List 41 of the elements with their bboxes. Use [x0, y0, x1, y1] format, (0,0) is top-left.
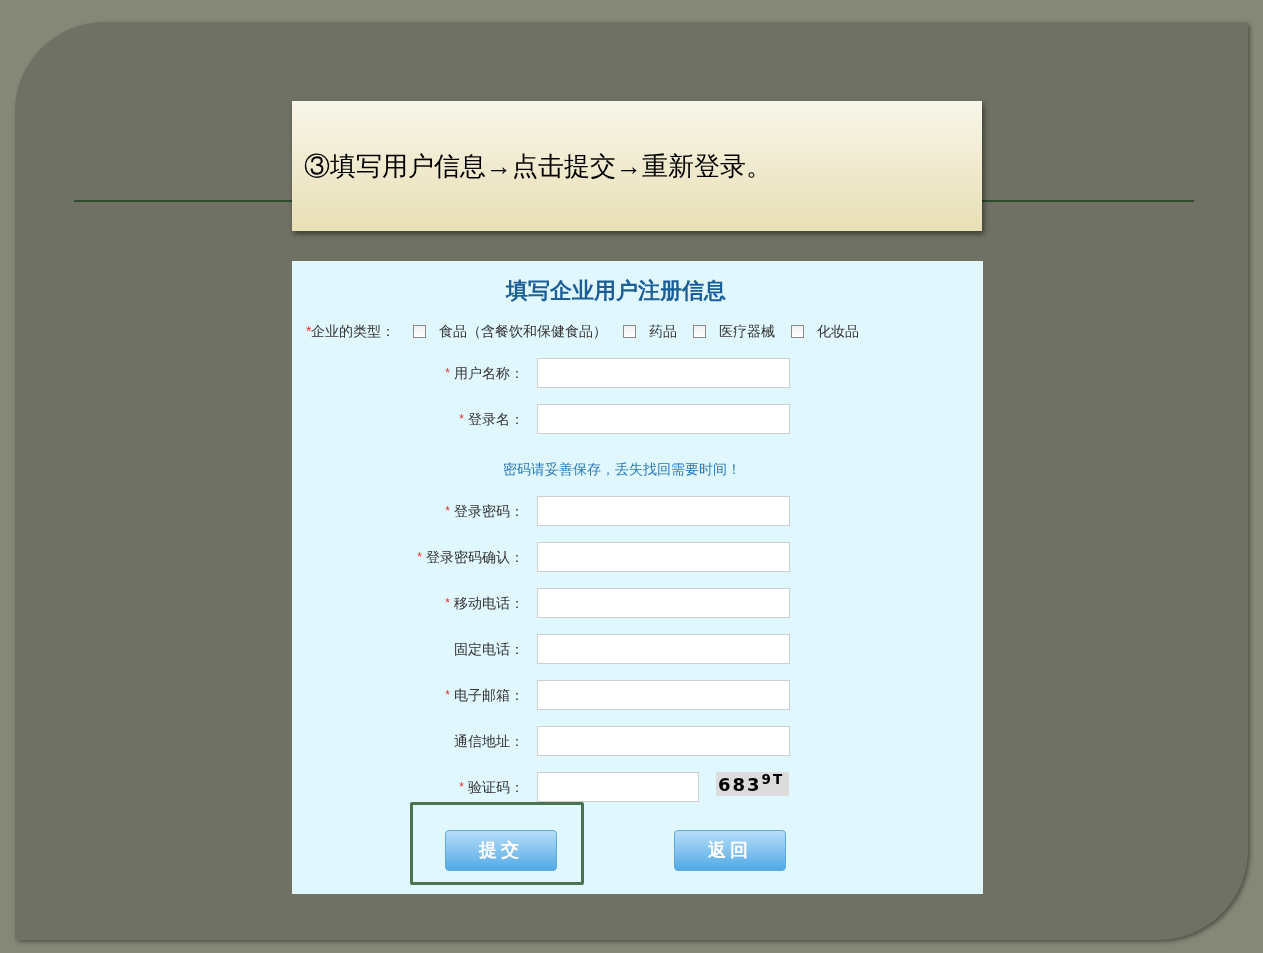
field-label: 通信地址：: [454, 731, 524, 751]
checkbox-label: 药品: [649, 321, 678, 341]
checkbox[interactable]: [413, 324, 427, 338]
input-field[interactable]: [537, 726, 790, 756]
input-field[interactable]: [537, 404, 790, 434]
required-asterisk: *: [445, 365, 450, 382]
required-asterisk: *: [417, 549, 422, 566]
caption-box: ③填写用户信息→点击提交→重新登录。: [292, 101, 982, 231]
field-label: 登录名：: [468, 409, 524, 429]
input-field[interactable]: [537, 772, 699, 802]
captcha-image: 683$^{9T}$: [716, 772, 789, 796]
button[interactable]: 提交: [445, 830, 557, 871]
field-label: 固定电话：: [454, 639, 524, 659]
button[interactable]: 返回: [674, 830, 786, 871]
input-field[interactable]: [537, 358, 790, 388]
field-label: 验证码：: [468, 777, 524, 797]
input-field[interactable]: [537, 496, 790, 526]
field-label: 移动电话：: [454, 593, 524, 613]
required-asterisk: *: [445, 595, 450, 612]
input-field[interactable]: [537, 634, 790, 664]
checkbox-label: 医疗器械: [719, 321, 776, 341]
input-field[interactable]: [537, 680, 790, 710]
required-asterisk: *: [445, 687, 450, 704]
input-field[interactable]: [537, 542, 790, 572]
hint-text: 密码请妥善保存，丢失找回需要时间！: [503, 460, 741, 479]
input-field[interactable]: [537, 588, 790, 618]
required-asterisk: *: [459, 779, 464, 796]
required-asterisk: *: [459, 411, 464, 428]
field-label: 登录密码确认：: [426, 547, 524, 567]
field-label: 电子邮箱：: [454, 685, 524, 705]
required-asterisk: *: [306, 321, 312, 341]
required-asterisk: *: [445, 503, 450, 520]
checkbox-label: 化妆品: [817, 321, 860, 341]
checkbox[interactable]: [791, 324, 805, 338]
field-label: 用户名称：: [454, 363, 524, 383]
form-title: 填写企业用户注册信息: [504, 277, 727, 305]
checkbox[interactable]: [623, 324, 637, 338]
checkbox[interactable]: [693, 324, 707, 338]
field-label: 登录密码：: [454, 501, 524, 521]
checkbox-label: 食品（含餐饮和保健食品）: [439, 321, 608, 341]
field-label: 企业的类型：: [311, 321, 396, 341]
